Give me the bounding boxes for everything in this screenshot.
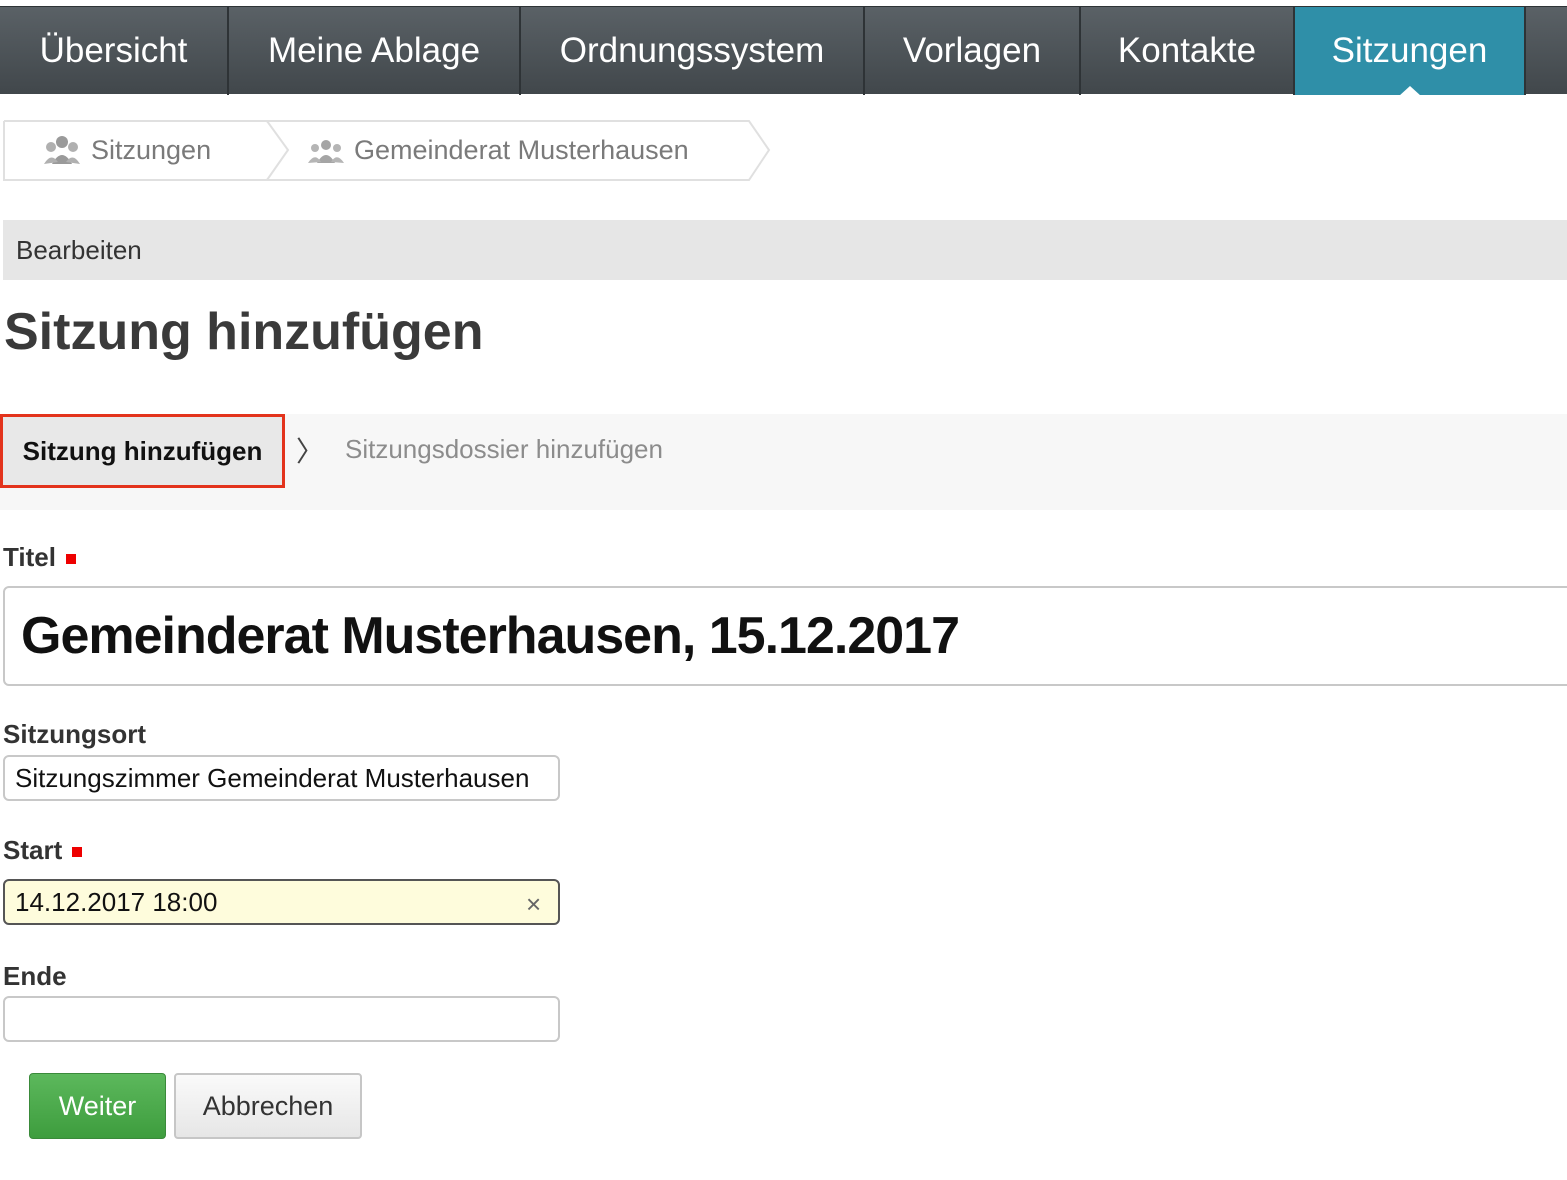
start-label: Start <box>3 835 83 866</box>
end-label: Ende <box>3 961 67 991</box>
end-date-input[interactable] <box>3 996 560 1042</box>
start-date-input[interactable] <box>3 879 560 925</box>
page-title: Sitzung hinzufügen <box>4 303 484 361</box>
tab-ordnungssystem[interactable]: Ordnungssystem <box>521 7 865 95</box>
title-input[interactable] <box>3 586 1567 686</box>
edit-menu[interactable]: Bearbeiten <box>16 235 142 266</box>
abbrechen-button[interactable]: Abbrechen <box>174 1073 362 1139</box>
people-group-icon <box>44 135 80 164</box>
breadcrumb-label: Gemeinderat Musterhausen <box>354 135 689 165</box>
action-bar: Bearbeiten <box>3 220 1567 280</box>
breadcrumb: Sitzungen Gemeinderat Musterhausen <box>3 120 773 181</box>
wizard-steps: Sitzung hinzufügen 〉 Sitzungsdossier hin… <box>0 414 1567 510</box>
breadcrumb-item-sitzungen[interactable]: Sitzungen <box>43 120 211 181</box>
tab-kontakte[interactable]: Kontakte <box>1081 7 1295 95</box>
location-input[interactable] <box>3 755 560 801</box>
weiter-button[interactable]: Weiter <box>29 1073 166 1139</box>
tab-vorlagen[interactable]: Vorlagen <box>865 7 1081 95</box>
breadcrumb-label: Sitzungen <box>91 135 212 165</box>
wizard-separator-icon: 〉 <box>296 436 325 467</box>
wizard-step-next: Sitzungsdossier hinzufügen <box>345 434 663 464</box>
tab-uebersicht[interactable]: Übersicht <box>0 7 229 95</box>
tab-sitzungen[interactable]: Sitzungen <box>1295 7 1526 96</box>
location-label: Sitzungsort <box>3 719 146 749</box>
tab-meine-ablage[interactable]: Meine Ablage <box>229 7 521 95</box>
required-marker <box>72 847 83 858</box>
main-navigation: Übersicht Meine Ablage Ordnungssystem Vo… <box>0 6 1567 96</box>
clear-icon[interactable]: × <box>526 889 541 920</box>
required-marker <box>65 554 76 565</box>
title-label: Titel <box>3 542 76 573</box>
breadcrumb-item-gemeinderat[interactable]: Gemeinderat Musterhausen <box>308 120 689 181</box>
wizard-step-active: Sitzung hinzufügen <box>0 414 285 488</box>
people-group-icon <box>308 139 344 163</box>
